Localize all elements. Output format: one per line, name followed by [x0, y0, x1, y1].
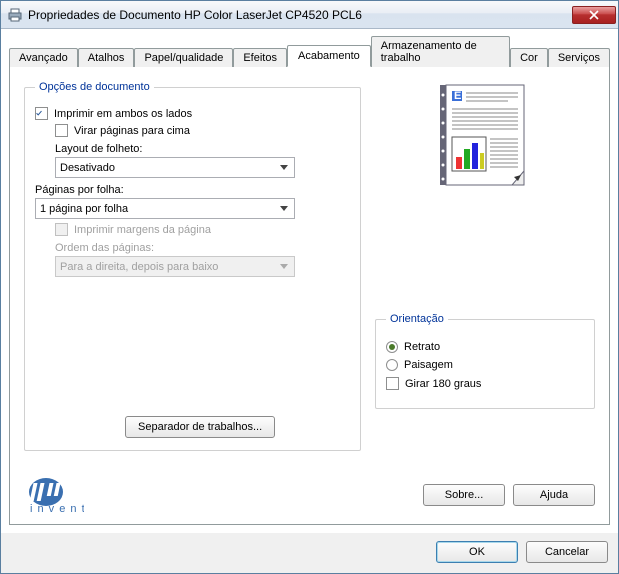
help-label: Ajuda [540, 489, 568, 501]
ok-button[interactable]: OK [436, 541, 518, 563]
orientation-legend: Orientação [386, 313, 448, 325]
dialog-body: Avançado Atalhos Papel/qualidade Efeitos… [1, 29, 618, 533]
tab-label: Serviços [558, 52, 600, 64]
flip-pages-up-checkbox[interactable] [55, 124, 68, 137]
titlebar: Propriedades de Documento HP Color Laser… [1, 1, 618, 29]
print-page-borders-checkbox [55, 223, 68, 236]
orientation-landscape-row[interactable]: Paisagem [386, 359, 584, 371]
bottom-row: i n v e n t Sobre... Ajuda [24, 476, 595, 514]
flip-pages-up-label: Virar páginas para cima [74, 125, 190, 137]
booklet-layout-label: Layout de folheto: [55, 143, 350, 155]
orientation-portrait-row[interactable]: Retrato [386, 341, 584, 353]
print-page-borders-row: Imprimir margens da página [55, 223, 350, 236]
flip-pages-up-row[interactable]: Virar páginas para cima [55, 124, 350, 137]
help-button[interactable]: Ajuda [513, 484, 595, 506]
document-options-group: Opções de documento Imprimir em ambos os… [24, 81, 361, 451]
svg-text:i n v e n t: i n v e n t [30, 503, 84, 514]
close-button[interactable] [572, 6, 616, 24]
tab-label: Avançado [19, 52, 68, 64]
tab-avancado[interactable]: Avançado [9, 48, 78, 67]
tab-atalhos[interactable]: Atalhos [78, 48, 135, 67]
page-order-value: Para a direita, depois para baixo [60, 261, 218, 273]
dialog-footer: OK Cancelar [1, 533, 618, 573]
document-options-legend: Opções de documento [35, 81, 154, 93]
tab-label: Armazenamento de trabalho [381, 40, 477, 64]
job-separator-button[interactable]: Separador de trabalhos... [125, 416, 275, 438]
tab-label: Papel/qualidade [144, 52, 223, 64]
booklet-layout-value: Desativado [60, 162, 115, 174]
print-both-sides-row[interactable]: Imprimir em ambos os lados [35, 107, 350, 120]
portrait-label: Retrato [404, 341, 440, 353]
print-both-sides-checkbox[interactable] [35, 107, 48, 120]
tab-cor[interactable]: Cor [510, 48, 548, 67]
pages-per-sheet-dropdown[interactable]: 1 página por folha [35, 198, 295, 219]
rotate-180-row[interactable]: Girar 180 graus [386, 377, 584, 390]
chevron-down-icon [275, 200, 292, 217]
portrait-radio[interactable] [386, 341, 398, 353]
tab-acabamento[interactable]: Acabamento [287, 45, 371, 67]
svg-text:E: E [454, 90, 461, 102]
tab-label: Acabamento [298, 50, 360, 62]
rotate-180-checkbox[interactable] [386, 377, 399, 390]
print-both-sides-label: Imprimir em ambos os lados [54, 108, 192, 120]
window-title: Propriedades de Documento HP Color Laser… [28, 8, 572, 22]
cancel-button[interactable]: Cancelar [526, 541, 608, 563]
tab-panel-acabamento: Opções de documento Imprimir em ambos os… [9, 66, 610, 525]
cancel-label: Cancelar [545, 546, 589, 558]
tab-papel-qualidade[interactable]: Papel/qualidade [134, 48, 233, 67]
dialog-window: Propriedades de Documento HP Color Laser… [0, 0, 619, 574]
orientation-group: Orientação Retrato Paisagem Girar 180 gr… [375, 313, 595, 409]
rotate-180-label: Girar 180 graus [405, 378, 481, 390]
tab-bar: Avançado Atalhos Papel/qualidade Efeitos… [9, 35, 610, 66]
about-button[interactable]: Sobre... [423, 484, 505, 506]
pages-per-sheet-value: 1 página por folha [40, 203, 128, 215]
tab-servicos[interactable]: Serviços [548, 48, 610, 67]
tab-armazenamento[interactable]: Armazenamento de trabalho [371, 36, 510, 67]
job-separator-label: Separador de trabalhos... [138, 421, 262, 433]
landscape-label: Paisagem [404, 359, 453, 371]
tab-label: Cor [520, 52, 538, 64]
chevron-down-icon [275, 159, 292, 176]
booklet-layout-dropdown[interactable]: Desativado [55, 157, 295, 178]
about-label: Sobre... [445, 489, 484, 501]
ok-label: OK [469, 546, 485, 558]
tab-label: Atalhos [88, 52, 125, 64]
chevron-down-icon [275, 258, 292, 275]
page-order-dropdown: Para a direita, depois para baixo [55, 256, 295, 277]
tab-label: Efeitos [243, 52, 277, 64]
page-preview-icon: E [438, 81, 533, 191]
page-order-label: Ordem das páginas: [55, 242, 350, 254]
hp-logo-icon: i n v e n t [24, 476, 84, 514]
tab-efeitos[interactable]: Efeitos [233, 48, 287, 67]
pages-per-sheet-label: Páginas por folha: [35, 184, 350, 196]
print-page-borders-label: Imprimir margens da página [74, 224, 211, 236]
printer-icon [7, 7, 23, 23]
landscape-radio[interactable] [386, 359, 398, 371]
